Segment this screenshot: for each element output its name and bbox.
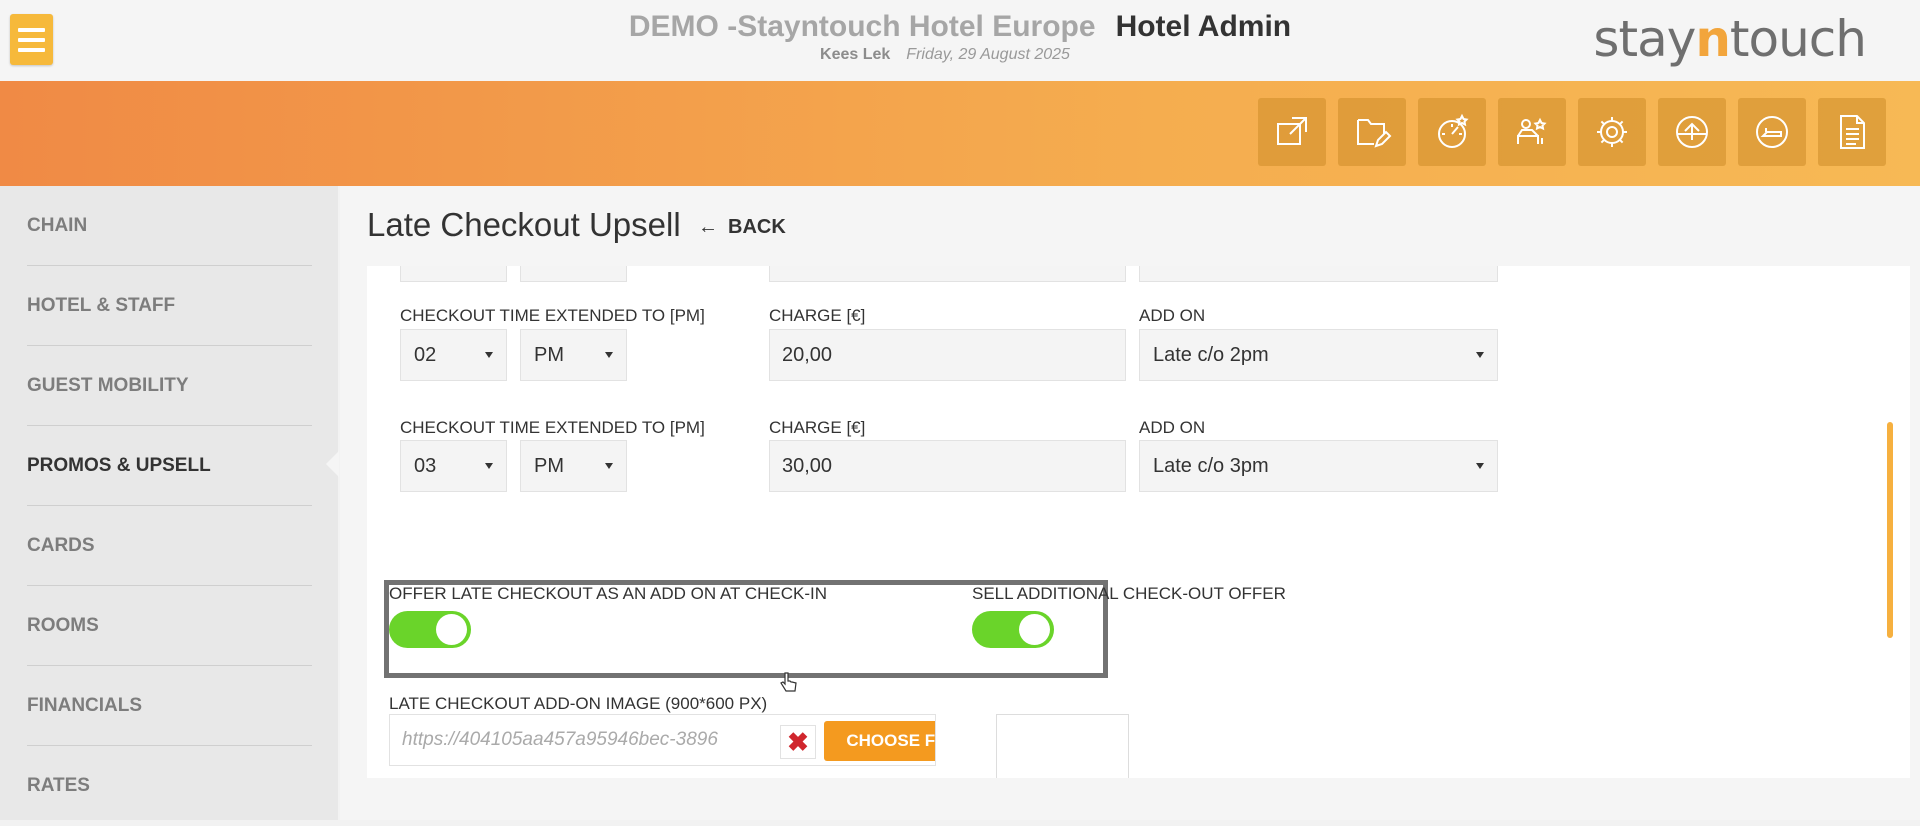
sidebar-item-chain[interactable]: CHAIN [27, 186, 312, 266]
hour-select[interactable]: 02 [400, 329, 507, 381]
toolbar-banner [0, 81, 1920, 186]
scrollbar[interactable] [1887, 422, 1893, 638]
hand-cursor-icon [780, 672, 797, 692]
checkout-time-label: CHECKOUT TIME EXTENDED TO [PM] [400, 418, 705, 437]
guest-star-icon[interactable] [1498, 98, 1566, 166]
checkout-time-label: CHECKOUT TIME EXTENDED TO [PM] [400, 306, 705, 325]
sidebar-item-promos-upsell[interactable]: PROMOS & UPSELL [27, 426, 312, 506]
red-x-icon[interactable]: ✖ [780, 725, 816, 759]
offer-addon-label: OFFER LATE CHECKOUT AS AN ADD ON AT CHEC… [389, 584, 827, 603]
partial-input[interactable] [769, 266, 1126, 282]
upload-circle-icon[interactable] [1658, 98, 1726, 166]
image-preview [996, 714, 1129, 778]
sidebar-item-rooms[interactable]: ROOMS [27, 586, 312, 666]
addon-image-label: LATE CHECKOUT ADD-ON IMAGE (900*600 PX) [389, 694, 768, 713]
partial-select[interactable] [520, 266, 627, 282]
current-date: Friday, 29 August 2025 [906, 46, 1070, 63]
page-title: Late Checkout Upsell [367, 206, 681, 243]
sidebar-item-rates[interactable]: RATES [27, 746, 312, 826]
toggle-knob [436, 614, 467, 645]
choose-file-button[interactable]: CHOOSE FILE [824, 721, 935, 761]
caret-down-icon [605, 352, 613, 358]
active-indicator-arrow [326, 451, 339, 477]
caret-down-icon [1476, 463, 1484, 469]
sidebar-item-guest-mobility[interactable]: GUEST MOBILITY [27, 346, 312, 426]
folder-edit-icon[interactable] [1338, 98, 1406, 166]
main-content: Late Checkout Upsell ← BACK CHECKOUT TIME… [340, 186, 1920, 820]
room-key-icon[interactable] [1738, 98, 1806, 166]
charge-label: CHARGE [€] [769, 418, 866, 437]
meridiem-select[interactable]: PM [520, 440, 627, 492]
sidebar-item-hotel-staff[interactable]: HOTEL & STAFF [27, 266, 312, 346]
caret-down-icon [485, 463, 493, 469]
section-title: Hotel Admin [1115, 10, 1292, 43]
caret-down-icon [485, 352, 493, 358]
sidebar-item-financials[interactable]: FINANCIALS [27, 666, 312, 746]
hotel-name: DEMO -Stayntouch Hotel Europe [628, 10, 1096, 43]
user-name: Kees Lek [820, 46, 891, 63]
sidebar: CHAIN HOTEL & STAFF GUEST MOBILITY PROMO… [0, 186, 339, 820]
speedometer-star-icon[interactable] [1418, 98, 1486, 166]
top-bar: DEMO -Stayntouch Hotel Europe Hotel Admin… [0, 0, 1920, 81]
external-link-icon[interactable] [1258, 98, 1326, 166]
sell-offer-toggle[interactable] [972, 611, 1054, 648]
charge-label: CHARGE [€] [769, 306, 866, 325]
stayntouch-logo: stayntouch [1593, 10, 1867, 68]
charge-input[interactable]: 30,00 [769, 440, 1126, 492]
addon-select[interactable]: Late c/o 3pm [1139, 440, 1498, 492]
hour-select[interactable]: 03 [400, 440, 507, 492]
addon-image-field[interactable]: https://404105aa457a95946bec-3896 ✖ CHOO… [389, 714, 936, 766]
offer-addon-toggle[interactable] [389, 611, 471, 648]
arrow-left-icon: ← [698, 216, 718, 238]
partial-select[interactable] [1139, 266, 1498, 282]
back-button[interactable]: ← BACK [698, 216, 786, 239]
caret-down-icon [1476, 352, 1484, 358]
caret-down-icon [605, 463, 613, 469]
addon-label: ADD ON [1139, 306, 1206, 325]
addon-label: ADD ON [1139, 418, 1206, 437]
document-icon[interactable] [1818, 98, 1886, 166]
addon-select[interactable]: Late c/o 2pm [1139, 329, 1498, 381]
sell-offer-label: SELL ADDITIONAL CHECK-OUT OFFER [972, 584, 1286, 603]
settings-panel: CHECKOUT TIME EXTENDED TO [PM] CHARGE [€… [367, 266, 1910, 778]
image-url-text: https://404105aa457a95946bec-3896 [402, 729, 718, 750]
meridiem-select[interactable]: PM [520, 329, 627, 381]
partial-select[interactable] [400, 266, 507, 282]
charge-input[interactable]: 20,00 [769, 329, 1126, 381]
toggle-knob [1019, 614, 1050, 645]
sidebar-item-cards[interactable]: CARDS [27, 506, 312, 586]
toolbar [1258, 98, 1886, 166]
gear-icon[interactable] [1578, 98, 1646, 166]
